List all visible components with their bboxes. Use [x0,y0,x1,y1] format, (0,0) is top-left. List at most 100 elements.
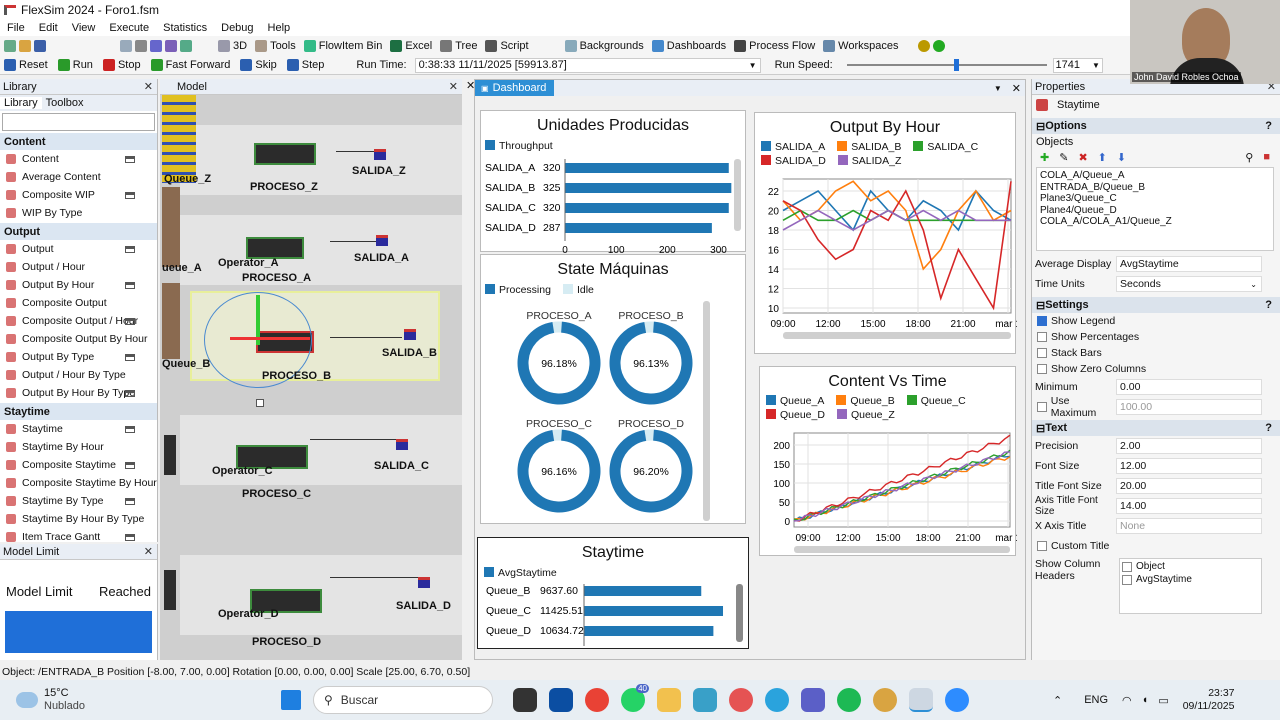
library-item[interactable]: Output [0,240,157,258]
open-folder-icon[interactable] [19,40,31,52]
proceso-a-machine[interactable] [246,237,304,259]
pointer-icon[interactable] [120,40,132,52]
library-item[interactable]: Composite Staytime [0,456,157,474]
help-icon[interactable]: ? [1265,422,1272,434]
unidades-producidas-chart[interactable]: Unidades Producidas Throughput SALIDA_A 3… [480,110,746,253]
section-text[interactable]: ⊟ Text? [1032,420,1280,436]
tab-library[interactable]: Library [0,97,42,109]
model-3d-view[interactable]: Queue_Z PROCESO_Z SALIDA_Z ueue_A Operat… [160,95,462,660]
time-units-select[interactable]: Seconds ⌄ [1116,276,1262,292]
flexsim-taskbar-icon[interactable] [908,688,933,712]
object-list-item[interactable]: ENTRADA_B/Queue_B [1040,182,1270,194]
library-item[interactable]: Output By Type [0,348,157,366]
view-icon[interactable] [180,40,192,52]
run-speed-slider[interactable] [846,59,1047,71]
move-handle-x[interactable] [230,337,310,340]
tab-toolbox[interactable]: Toolbox [42,97,88,109]
custom-title-checkbox[interactable] [1037,541,1047,551]
salida-b-sink[interactable] [404,329,416,340]
staytime-chart[interactable]: Staytime AvgStaytime Queue_B 9637.60 Queue… [477,537,749,649]
library-category[interactable]: Output [0,223,157,240]
stop-button[interactable]: Stop [102,59,141,71]
menu-execute[interactable]: Execute [102,22,156,34]
help-icon[interactable]: ? [1265,120,1272,132]
object-list-item[interactable]: COLA_A/COLA_A1/Queue_Z [1040,216,1270,228]
library-item[interactable]: Average Content [0,168,157,186]
run-time-field[interactable]: 0:38:33 11/11/2025 [59913.87] ▼ [414,57,761,73]
library-search-input[interactable] [2,113,155,131]
scrollbar[interactable] [734,159,741,231]
object-list-item[interactable]: Plane3/Queue_C [1040,193,1270,205]
queue-b-stack[interactable] [162,283,180,359]
todo-icon[interactable] [728,688,753,712]
show-legend-checkbox[interactable] [1037,316,1047,326]
library-item[interactable]: WIP By Type [0,204,157,222]
menu-view[interactable]: View [65,22,103,34]
avgstaytime-column-checkbox[interactable] [1122,574,1132,585]
menu-debug[interactable]: Debug [214,22,260,34]
teams-icon[interactable] [800,688,825,712]
scrollbar[interactable] [794,546,1010,553]
content-vs-time-chart[interactable]: Content Vs Time Queue_A Queue_B Queue_C Que… [759,366,1017,556]
library-item[interactable]: Output By Hour [0,276,157,294]
windows-start-icon[interactable] [280,690,301,710]
remove-icon[interactable]: ✖ [1078,151,1087,164]
move-down-icon[interactable]: ⬇ [1117,151,1126,164]
library-item[interactable]: Content [0,150,157,168]
library-item[interactable]: Staytime By Type [0,492,157,510]
minimum-field[interactable]: 0.00 [1116,379,1262,395]
scrollbar[interactable] [783,332,1011,339]
average-display-field[interactable]: AvgStaytime [1116,256,1262,272]
workspaces-button[interactable]: Workspaces [823,40,898,52]
queue-z-stack[interactable] [162,95,196,183]
object-list-item[interactable]: COLA_A/Queue_A [1040,170,1270,182]
chevron-down-icon[interactable]: ▼ [994,84,1002,93]
dashboards-button[interactable]: Dashboards [651,40,726,52]
spotify-icon[interactable] [836,688,861,712]
skip-button[interactable]: Skip [240,59,277,71]
chrome-profile-icon[interactable] [872,688,897,712]
scrollbar[interactable] [736,584,743,642]
dashboard-tab[interactable]: ▣ Dashboard [475,80,555,96]
column-headers-list[interactable]: Object AvgStaytime [1119,558,1262,614]
telegram-icon[interactable] [764,688,789,712]
library-item[interactable]: Composite Staytime By Hour [0,474,157,492]
section-settings[interactable]: ⊟ Settings? [1032,297,1280,313]
precision-field[interactable]: 2.00 [1116,438,1262,454]
queue-a-stack[interactable] [162,187,180,267]
taskbar-search[interactable]: ⚲ Buscar [312,686,493,714]
stack-bars-checkbox[interactable] [1037,348,1047,358]
run-speed-value[interactable]: 1741 ▼ [1052,57,1103,73]
flowitem-bin-button[interactable]: FlowItem Bin [303,40,382,52]
binoculars-icon[interactable]: ⚲ [1245,151,1253,164]
add-icon[interactable]: ✚ [1040,151,1049,164]
weather-widget[interactable]: 15°C Nublado [44,687,85,713]
title-font-size-field[interactable]: 20.00 [1116,478,1262,494]
library-item[interactable]: Output / Hour By Type [0,366,157,384]
library-item[interactable]: Staytime [0,420,157,438]
script-button[interactable]: Script [485,40,529,52]
battery-icon[interactable]: ▭ [1158,694,1168,707]
menu-file[interactable]: File [0,22,32,34]
slider-thumb[interactable] [953,59,959,71]
library-item[interactable]: Staytime By Hour [0,438,157,456]
app-icon[interactable] [692,688,717,712]
help-icon[interactable] [933,40,946,52]
close-icon[interactable]: ✕ [144,80,153,93]
fast-forward-button[interactable]: Fast Forward [150,59,230,71]
use-maximum-checkbox[interactable] [1037,402,1047,412]
whatsapp-icon[interactable]: 40 [620,684,649,712]
run-button[interactable]: Run [57,59,93,71]
gear-icon[interactable] [918,40,931,52]
volume-icon[interactable]: ◖ [1142,694,1149,706]
tree-button[interactable]: Tree [440,40,477,52]
cloud-icon[interactable] [16,692,38,708]
object-column-checkbox[interactable] [1122,561,1132,572]
show-percentages-checkbox[interactable] [1037,332,1047,342]
library-category[interactable]: Staytime [0,403,157,420]
shape-icon[interactable] [165,40,177,52]
library-item[interactable]: Output / Hour [0,258,157,276]
close-icon[interactable]: ✕ [449,80,458,93]
library-item[interactable]: Composite Output / Hour [0,312,157,330]
close-icon[interactable]: ✕ [144,545,153,558]
